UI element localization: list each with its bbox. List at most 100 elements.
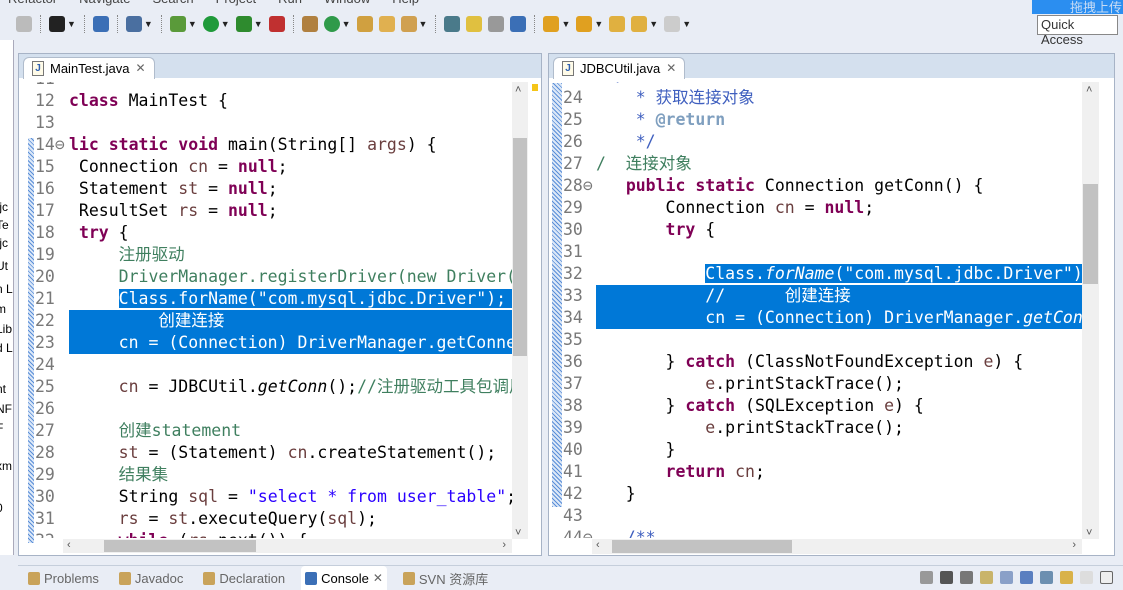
debug-icon[interactable] bbox=[169, 16, 186, 32]
project-tree-item[interactable]: xm bbox=[0, 459, 12, 473]
menu-run[interactable]: Run bbox=[278, 0, 302, 6]
code-line: 14⊖ lic static void main(String[] args) { bbox=[35, 134, 513, 156]
code-token: ) { bbox=[406, 135, 437, 154]
vertical-scrollbar[interactable]: ˄ ˅ bbox=[512, 82, 528, 539]
tab-problems[interactable]: Problems bbox=[24, 566, 103, 590]
project-tree-item[interactable]: m bbox=[0, 302, 6, 316]
tab-declaration[interactable]: Declaration bbox=[199, 566, 289, 590]
dropdown-arrow-icon[interactable]: ▼ bbox=[144, 19, 153, 29]
monitor-icon[interactable] bbox=[92, 16, 109, 32]
dropdown-arrow-icon[interactable]: ▼ bbox=[188, 19, 197, 29]
menu-help[interactable]: Help bbox=[392, 0, 419, 6]
code-token: 创建statement bbox=[69, 421, 242, 440]
project-tree-item[interactable]: Lib bbox=[0, 322, 12, 336]
open-type-icon[interactable] bbox=[356, 16, 373, 32]
annotation-icon[interactable] bbox=[488, 16, 505, 32]
run-icon[interactable] bbox=[202, 16, 219, 32]
show-whitespace-icon[interactable] bbox=[510, 16, 527, 32]
search-icon[interactable] bbox=[400, 16, 417, 32]
menubar: Refactor Navigate Search Project Run Window He… bbox=[0, 0, 419, 6]
project-tree-item[interactable]: NF bbox=[0, 402, 12, 416]
code-token: "select * from user_table" bbox=[247, 487, 507, 506]
code-area[interactable]: 1112 class MainTest {13 14⊖lic static void… bbox=[35, 82, 513, 538]
back-icon[interactable] bbox=[631, 16, 648, 32]
new-package-icon[interactable] bbox=[301, 16, 318, 32]
dropdown-arrow-icon[interactable]: ▼ bbox=[594, 19, 603, 29]
tab-console[interactable]: Console ✕ bbox=[301, 566, 387, 590]
project-tree-item[interactable]: d L bbox=[0, 341, 13, 355]
horizontal-scrollbar[interactable]: ‹ › bbox=[63, 539, 512, 553]
highlighter-icon[interactable] bbox=[466, 16, 483, 32]
next-annotation-icon[interactable] bbox=[543, 16, 560, 32]
project-tree-item[interactable]: 0 bbox=[0, 501, 3, 515]
tab-svn[interactable]: SVN 资源库 bbox=[399, 566, 492, 590]
coverage-icon[interactable] bbox=[235, 16, 252, 32]
open-folder-icon[interactable] bbox=[378, 16, 395, 32]
save-icon[interactable] bbox=[16, 16, 32, 32]
code-token: st bbox=[168, 509, 189, 528]
close-icon[interactable]: ✕ bbox=[666, 61, 676, 75]
close-icon[interactable]: ✕ bbox=[135, 61, 145, 75]
menu-project[interactable]: Project bbox=[216, 0, 256, 6]
menu-refactor[interactable]: Refactor bbox=[8, 0, 57, 6]
dropdown-arrow-icon[interactable]: ▼ bbox=[419, 19, 428, 29]
code-token: { bbox=[108, 223, 129, 242]
skip-breakpoints-icon[interactable] bbox=[125, 16, 142, 32]
prev-annotation-icon[interactable] bbox=[576, 16, 593, 32]
dropdown-arrow-icon[interactable]: ▼ bbox=[561, 19, 570, 29]
code-text: Class.forName("com.mysql.jdbc.Driver"); bbox=[69, 288, 513, 310]
quick-access-input[interactable]: Quick Access bbox=[1037, 15, 1118, 47]
dropdown-arrow-icon[interactable]: ▼ bbox=[682, 19, 691, 29]
project-tree-item[interactable]: F bbox=[0, 421, 3, 435]
dropdown-arrow-icon[interactable]: ▼ bbox=[342, 19, 351, 29]
open-console-icon[interactable] bbox=[1060, 571, 1073, 584]
menu-navigate[interactable]: Navigate bbox=[79, 0, 130, 6]
minimize-icon[interactable] bbox=[1080, 571, 1093, 584]
remove-launch-icon[interactable] bbox=[940, 571, 953, 584]
project-tree-item[interactable]: Ut bbox=[0, 259, 8, 273]
dropdown-arrow-icon[interactable]: ▼ bbox=[254, 19, 263, 29]
project-tree-item[interactable]: .jc bbox=[0, 236, 8, 250]
word-wrap-icon[interactable] bbox=[1000, 571, 1013, 584]
display-console-icon[interactable] bbox=[1040, 571, 1053, 584]
person-icon[interactable] bbox=[49, 16, 65, 32]
menu-search[interactable]: Search bbox=[152, 0, 193, 6]
project-tree-item[interactable]: n L bbox=[0, 282, 13, 296]
code-token: getConnection bbox=[1023, 308, 1082, 327]
tab-javadoc[interactable]: Javadoc bbox=[115, 566, 187, 590]
code-token: e bbox=[705, 374, 716, 393]
dropdown-arrow-icon[interactable]: ▼ bbox=[649, 19, 658, 29]
project-tree-item[interactable]: nt bbox=[0, 382, 6, 396]
toggle-mark-icon[interactable] bbox=[444, 16, 461, 32]
vertical-scrollbar[interactable]: ˄ ˅ bbox=[1082, 82, 1099, 539]
project-tree-item[interactable]: Te bbox=[0, 218, 9, 232]
forward-icon[interactable] bbox=[664, 16, 681, 32]
external-tools-icon[interactable] bbox=[268, 16, 285, 32]
tab-jdbcutil[interactable]: J JDBCUtil.java ✕ bbox=[553, 57, 686, 79]
remove-all-icon[interactable] bbox=[960, 571, 973, 584]
main-toolbar: ▼ ▼ ▼ ▼ ▼ ▼ ▼ ▼ ▼ ▼ ▼ bbox=[0, 8, 1040, 40]
close-icon[interactable]: ✕ bbox=[373, 571, 383, 585]
dropdown-arrow-icon[interactable]: ▼ bbox=[67, 19, 76, 29]
code-area[interactable]: 23 /24 * 获取连接对象25 * @return26 */27/ 连接对象… bbox=[563, 82, 1082, 538]
horizontal-scrollbar[interactable]: ‹ › bbox=[592, 539, 1082, 554]
terminate-icon[interactable] bbox=[920, 571, 933, 584]
pin-console-icon[interactable] bbox=[1020, 571, 1033, 584]
line-number: 24 bbox=[563, 88, 583, 107]
code-token: cn bbox=[118, 377, 139, 396]
upload-label[interactable]: 拖拽上传 bbox=[1070, 0, 1122, 16]
last-edit-icon[interactable] bbox=[609, 16, 626, 32]
line-number: 34 bbox=[563, 308, 583, 327]
dropdown-arrow-icon[interactable]: ▼ bbox=[221, 19, 230, 29]
line-number: 25 bbox=[35, 377, 55, 396]
project-tree-item[interactable]: .jc bbox=[0, 200, 8, 214]
menu-window[interactable]: Window bbox=[324, 0, 370, 6]
line-number: 29 bbox=[563, 198, 583, 217]
code-token: .createStatement(); bbox=[307, 443, 497, 462]
scroll-lock-icon[interactable] bbox=[980, 571, 993, 584]
maximize-icon[interactable] bbox=[1100, 571, 1113, 584]
new-class-icon[interactable] bbox=[323, 16, 340, 32]
tab-maintest[interactable]: J MainTest.java ✕ bbox=[23, 57, 155, 79]
